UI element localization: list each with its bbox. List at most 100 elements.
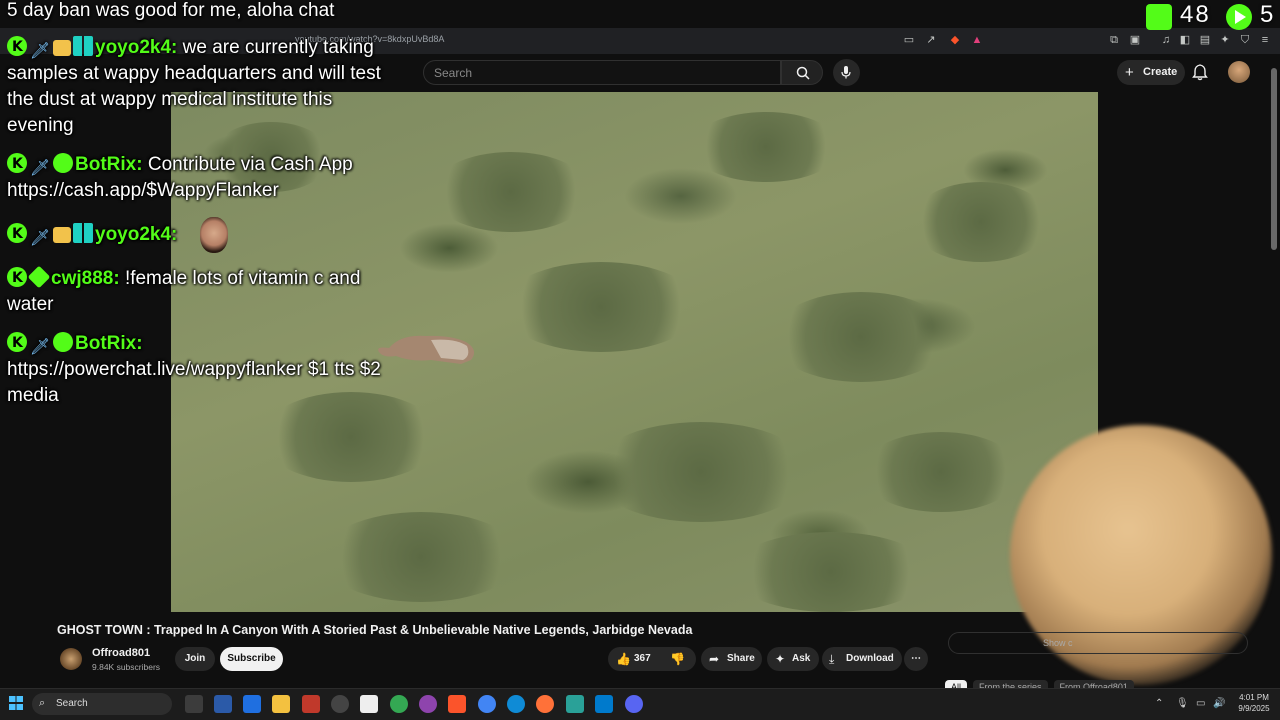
create-button[interactable]: + Create — [1117, 60, 1185, 85]
share-button[interactable]: ➦ Share — [701, 647, 762, 671]
sword-badge-icon: 🗡 — [29, 339, 51, 356]
subscribe-button[interactable]: Subscribe — [220, 647, 283, 671]
ask-label: Ask — [792, 653, 811, 664]
more-actions-button[interactable]: ⋯ — [904, 647, 928, 671]
download-label: Download — [846, 653, 894, 664]
wallet-icon[interactable]: ▤ — [1198, 33, 1212, 47]
show-chat-button[interactable]: Show c — [948, 632, 1248, 654]
vpn-icon[interactable]: ⛉ — [1238, 33, 1252, 47]
network-icon[interactable]: ▭ — [1196, 698, 1205, 709]
play-viewer-count: 5 — [1260, 1, 1274, 28]
play-icon — [1235, 10, 1246, 24]
notifications-bell-icon[interactable] — [1191, 63, 1209, 81]
windows-start-icon[interactable] — [9, 696, 23, 710]
chat-username: BotRix: — [75, 154, 143, 175]
account-avatar[interactable] — [1228, 61, 1250, 83]
microphone-icon — [841, 66, 851, 79]
download-button[interactable]: ⤓ Download — [822, 647, 902, 671]
media-controls-icon[interactable]: ♫ — [1159, 33, 1173, 47]
create-label: Create — [1143, 66, 1178, 78]
share-page-icon[interactable]: ↗ — [924, 33, 938, 47]
kick-badge-icon — [7, 221, 27, 247]
kick-badge-icon — [7, 151, 27, 177]
like-count: 367 — [634, 653, 651, 664]
discord-icon[interactable] — [625, 695, 643, 713]
thumbs-down-icon[interactable]: 👎 — [670, 647, 685, 671]
sidebar-toggle-icon[interactable]: ◧ — [1178, 33, 1192, 47]
stream-title: 5 day ban was good for me, aloha chat — [7, 0, 335, 21]
volume-icon[interactable]: 🔊 — [1213, 698, 1225, 709]
chat-username: yoyo2k4: — [95, 224, 178, 245]
chat-message: 🗡yoyo2k4: we are currently taking sample… — [7, 34, 397, 139]
search-input[interactable] — [423, 60, 781, 85]
voice-search-button[interactable] — [833, 59, 860, 86]
like-button[interactable]: 👍 367 👎 — [608, 647, 696, 671]
clock-date: 9/9/2025 — [1238, 704, 1270, 713]
gift-badge-icon — [53, 227, 71, 243]
brave-rewards-icon[interactable]: ▲ — [970, 33, 984, 47]
grid-badge-icon — [73, 223, 93, 243]
taskbar-clock[interactable]: 4:01 PM 9/9/2025 — [1234, 692, 1274, 714]
more-horizontal-icon: ⋯ — [911, 653, 921, 664]
chat-text: https://powerchat.live/wappyflanker $1 t… — [7, 359, 381, 406]
search-button[interactable] — [781, 60, 823, 85]
chat-message: 🗡BotRix: Contribute via Cash App https:/… — [7, 151, 397, 204]
page-scrollbar[interactable] — [1271, 68, 1277, 250]
file-explorer-icon[interactable] — [272, 695, 290, 713]
app-icon-8[interactable] — [566, 695, 584, 713]
microphone-icon[interactable]: 🎙 — [1176, 698, 1189, 709]
ask-button[interactable]: ✦ Ask — [767, 647, 819, 671]
chat-username: cwj888: — [51, 268, 120, 289]
app-icon-6[interactable] — [390, 695, 408, 713]
grid-badge-icon — [73, 36, 93, 56]
verified-badge-icon — [53, 332, 73, 352]
chat-message: cwj888: !female lots of vitamin c and wa… — [7, 265, 397, 318]
brave-browser-icon[interactable] — [448, 695, 466, 713]
app-icon-1[interactable] — [214, 695, 232, 713]
task-view-icon[interactable] — [185, 695, 203, 713]
gift-badge-icon — [53, 40, 71, 56]
app-icon-7[interactable] — [419, 695, 437, 713]
chat-username: BotRix: — [75, 333, 143, 354]
video-title: GHOST TOWN : Trapped In A Canyon With A … — [57, 623, 693, 637]
extensions-icon[interactable]: ⧉ — [1107, 33, 1121, 47]
channel-avatar[interactable] — [60, 648, 82, 670]
brave-shields-icon[interactable]: ◆ — [948, 33, 962, 47]
tray-chevron-up-icon[interactable]: ⌃ — [1155, 698, 1163, 709]
search-icon — [796, 66, 810, 80]
sword-badge-icon: 🗡 — [29, 160, 51, 177]
join-button[interactable]: Join — [175, 647, 215, 671]
taskbar-search-label: Search — [56, 698, 88, 709]
app-icon-5[interactable] — [360, 695, 378, 713]
plus-icon: + — [1125, 64, 1134, 81]
menu-icon[interactable]: ≡ — [1258, 33, 1272, 47]
download-icon: ⤓ — [829, 652, 835, 666]
app-icon-4[interactable] — [331, 695, 349, 713]
taskbar-search-box[interactable] — [32, 693, 172, 715]
vscode-icon[interactable] — [595, 695, 613, 713]
thumbs-up-icon: 👍 — [616, 652, 631, 666]
sword-badge-icon: 🗡 — [29, 43, 51, 60]
channel-name[interactable]: Offroad801 — [92, 647, 150, 659]
kick-viewer-count: 48 — [1180, 1, 1211, 28]
app-icon-3[interactable] — [302, 695, 320, 713]
chrome-icon[interactable] — [478, 695, 496, 713]
firefox-icon[interactable] — [536, 695, 554, 713]
tab-search-icon[interactable]: ▣ — [1128, 33, 1142, 47]
share-label: Share — [727, 653, 755, 664]
cast-icon[interactable]: ▭ — [902, 33, 916, 47]
kick-badge-icon — [7, 34, 27, 60]
verified-badge-icon — [53, 153, 73, 173]
clock-time: 4:01 PM — [1239, 693, 1269, 702]
search-placeholder: Search — [434, 66, 473, 80]
search-icon: ⌕ — [39, 697, 46, 709]
subscriber-count: 9.84K subscribers — [92, 662, 161, 672]
app-icon-2[interactable] — [243, 695, 261, 713]
leo-ai-icon[interactable]: ✦ — [1218, 33, 1232, 47]
edge-icon[interactable] — [507, 695, 525, 713]
face-emote — [200, 217, 228, 253]
kick-logo-icon — [1146, 4, 1172, 30]
kick-badge-icon — [7, 330, 27, 356]
share-arrow-icon: ➦ — [709, 652, 720, 666]
sparkle-icon: ✦ — [775, 652, 786, 666]
